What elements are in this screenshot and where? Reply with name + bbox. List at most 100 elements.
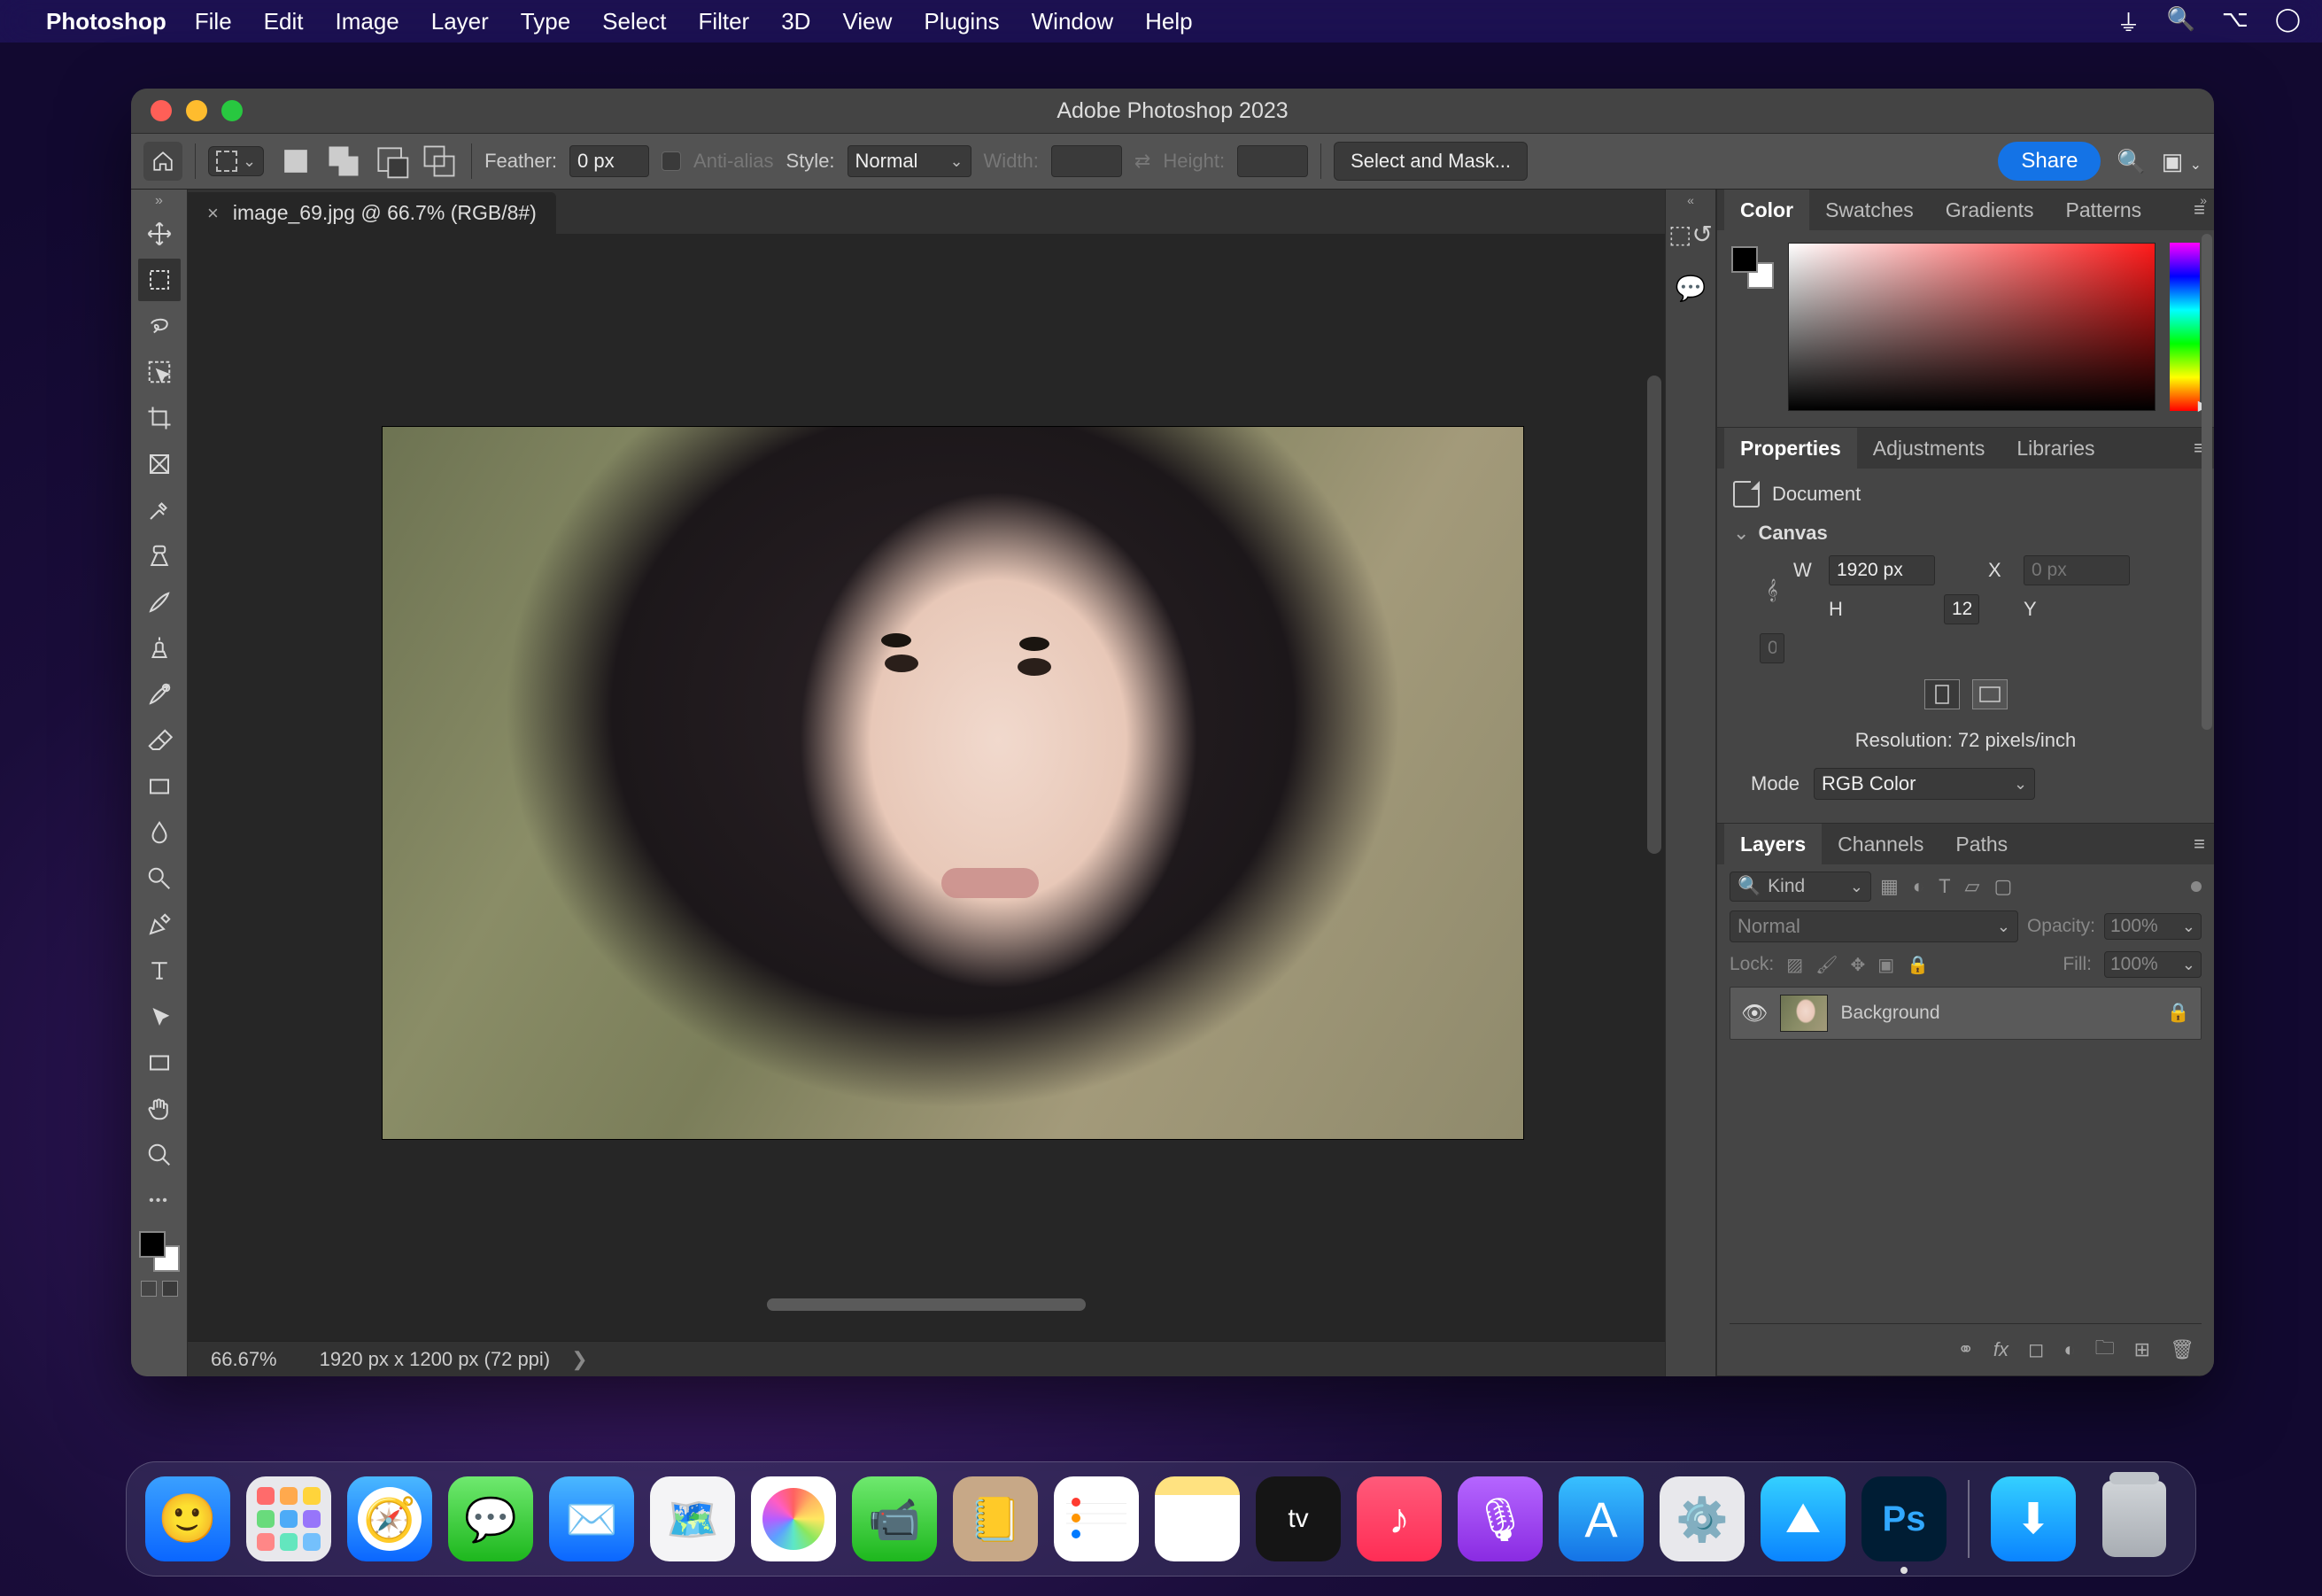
color-mode-select[interactable]: RGB Color⌄: [1814, 768, 2035, 800]
crop-tool[interactable]: [138, 397, 181, 439]
foreground-background-colors[interactable]: [139, 1231, 180, 1272]
history-panel-icon[interactable]: ⬚↺: [1668, 220, 1713, 249]
tab-patterns[interactable]: Patterns: [2050, 190, 2158, 230]
lock-transparency-icon[interactable]: ▨: [1786, 954, 1803, 976]
group-layers-icon[interactable]: 🗀: [2095, 1333, 2115, 1367]
tab-swatches[interactable]: Swatches: [1809, 190, 1930, 230]
menu-view[interactable]: View: [842, 8, 892, 35]
dock-mail[interactable]: ✉️: [549, 1476, 634, 1561]
dock-notes[interactable]: [1155, 1476, 1240, 1561]
layer-mask-icon[interactable]: ◻: [2028, 1338, 2044, 1361]
tab-layers[interactable]: Layers: [1724, 824, 1822, 864]
hand-tool[interactable]: [138, 1088, 181, 1130]
menu-type[interactable]: Type: [521, 8, 570, 35]
dock-safari[interactable]: 🧭: [347, 1476, 432, 1561]
link-layers-icon[interactable]: ⚭: [1957, 1338, 1973, 1361]
style-select[interactable]: Normal⌄: [848, 145, 971, 177]
dock-messages[interactable]: 💬: [448, 1476, 533, 1561]
layers-panel-menu-icon[interactable]: ≡: [2194, 833, 2205, 856]
pen-tool[interactable]: [138, 903, 181, 946]
tab-color[interactable]: Color: [1724, 190, 1809, 230]
wifi-icon[interactable]: ⏚: [2117, 5, 2140, 38]
dock-maps[interactable]: 🗺️: [650, 1476, 735, 1561]
filter-smart-icon[interactable]: ▢: [1993, 875, 2012, 898]
select-and-mask-button[interactable]: Select and Mask...: [1334, 142, 1528, 181]
menu-select[interactable]: Select: [602, 8, 666, 35]
zoom-tool[interactable]: [138, 1134, 181, 1176]
tab-paths[interactable]: Paths: [1939, 824, 2024, 864]
selection-intersect-icon[interactable]: [420, 142, 459, 181]
comments-panel-icon[interactable]: 💬: [1676, 274, 1707, 303]
tool-preset-picker[interactable]: ⌄: [208, 146, 264, 176]
rectangle-tool[interactable]: [138, 1042, 181, 1084]
canvas-area[interactable]: [188, 234, 1665, 1341]
canvas-image[interactable]: [383, 427, 1523, 1139]
window-titlebar[interactable]: Adobe Photoshop 2023: [131, 89, 2214, 133]
layer-lock-icon[interactable]: 🔒: [2167, 1003, 2190, 1024]
lock-all-icon[interactable]: 🔒: [1907, 954, 1929, 976]
share-button[interactable]: Share: [1998, 142, 2101, 181]
dock-freeform[interactable]: ⛰: [1761, 1476, 1846, 1561]
menu-image[interactable]: Image: [335, 8, 399, 35]
move-tool[interactable]: [138, 213, 181, 255]
canvas-height-input[interactable]: [1944, 594, 1979, 624]
dock-music[interactable]: ♪: [1357, 1476, 1442, 1561]
path-selection-tool[interactable]: [138, 996, 181, 1038]
orientation-portrait-button[interactable]: [1924, 679, 1960, 709]
lock-artboard-icon[interactable]: ▣: [1877, 954, 1894, 976]
delete-layer-icon[interactable]: 🗑: [2170, 1338, 2194, 1361]
selection-add-icon[interactable]: [324, 142, 363, 181]
lasso-tool[interactable]: [138, 305, 181, 347]
layer-name[interactable]: Background: [1840, 1003, 1939, 1024]
layer-row-background[interactable]: 👁 Background 🔒: [1730, 987, 2202, 1040]
clone-stamp-tool[interactable]: [138, 627, 181, 670]
dock-reminders[interactable]: [1054, 1476, 1139, 1561]
app-name[interactable]: Photoshop: [46, 8, 166, 35]
frame-tool[interactable]: [138, 443, 181, 485]
menu-3d[interactable]: 3D: [781, 8, 810, 35]
adjustment-layer-icon[interactable]: ◐: [2063, 1338, 2075, 1361]
rectangular-marquee-tool[interactable]: [138, 259, 181, 301]
dock-settings[interactable]: ⚙️: [1660, 1476, 1745, 1561]
dock-appstore[interactable]: A: [1559, 1476, 1644, 1561]
menu-filter[interactable]: Filter: [698, 8, 749, 35]
feather-input[interactable]: [569, 145, 649, 177]
zoom-level[interactable]: 66.67%: [211, 1348, 277, 1371]
dock-photos[interactable]: [751, 1476, 836, 1561]
orientation-landscape-button[interactable]: [1972, 679, 2008, 709]
home-button[interactable]: [143, 142, 182, 181]
document-dimensions[interactable]: 1920 px x 1200 px (72 ppi) ❯: [320, 1348, 588, 1371]
lock-position-icon[interactable]: ✥: [1851, 954, 1866, 976]
panels-collapse-handle[interactable]: »: [2200, 193, 2207, 207]
layer-style-icon[interactable]: fx: [1993, 1338, 2009, 1361]
layer-filter-kind-select[interactable]: 🔍Kind⌄: [1730, 872, 1871, 902]
new-layer-icon[interactable]: ⊞: [2134, 1338, 2150, 1361]
link-wh-icon[interactable]: 𝄞: [1760, 578, 1784, 601]
dodge-tool[interactable]: [138, 857, 181, 900]
canvas-section-toggle[interactable]: ⌄Canvas: [1733, 522, 2198, 545]
history-brush-tool[interactable]: [138, 673, 181, 716]
filter-type-icon[interactable]: T: [1939, 875, 1950, 898]
spotlight-icon[interactable]: 🔍: [2167, 5, 2195, 38]
blur-tool[interactable]: [138, 811, 181, 854]
dock-contacts[interactable]: 📒: [953, 1476, 1038, 1561]
menu-window[interactable]: Window: [1032, 8, 1113, 35]
selection-subtract-icon[interactable]: [372, 142, 411, 181]
selection-new-icon[interactable]: [276, 142, 315, 181]
tab-gradients[interactable]: Gradients: [1930, 190, 2050, 230]
tab-channels[interactable]: Channels: [1822, 824, 1939, 864]
vertical-scrollbar[interactable]: [1647, 376, 1661, 854]
filter-toggle-icon[interactable]: [2191, 881, 2202, 892]
object-selection-tool[interactable]: [138, 351, 181, 393]
dock-podcasts[interactable]: 🎙: [1458, 1476, 1543, 1561]
layer-visibility-icon[interactable]: 👁: [1741, 1001, 1768, 1027]
tab-libraries[interactable]: Libraries: [2001, 428, 2110, 469]
eyedropper-tool[interactable]: [138, 489, 181, 531]
eraser-tool[interactable]: [138, 719, 181, 762]
panels-scrollbar[interactable]: [2202, 234, 2212, 730]
color-picker-field[interactable]: [1788, 243, 2156, 411]
tab-adjustments[interactable]: Adjustments: [1857, 428, 2001, 469]
healing-brush-tool[interactable]: [138, 535, 181, 577]
gradient-tool[interactable]: [138, 765, 181, 808]
quick-mask-toggle[interactable]: [138, 1281, 181, 1302]
